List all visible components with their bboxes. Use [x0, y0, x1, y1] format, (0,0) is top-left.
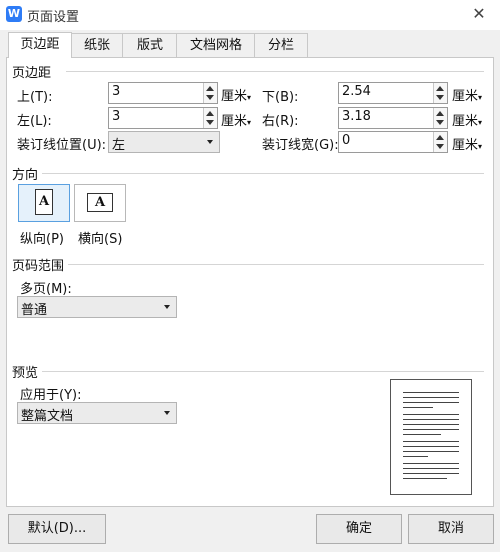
- tab-columns[interactable]: 分栏: [254, 33, 308, 57]
- right-margin-unit[interactable]: 厘米▾: [452, 110, 482, 129]
- apply-to-select[interactable]: 整篇文档: [17, 402, 177, 424]
- apply-to-value: 整篇文档: [21, 409, 74, 424]
- spinner-icon[interactable]: [203, 83, 217, 103]
- section-title-orientation: 方向: [12, 168, 39, 183]
- divider: [66, 71, 484, 72]
- chevron-down-icon: [164, 305, 170, 309]
- gutter-width-unit[interactable]: 厘米▾: [452, 134, 482, 153]
- tab-layout[interactable]: 版式: [122, 33, 178, 57]
- gutter-position-value: 左: [112, 138, 126, 153]
- left-margin-value: 3: [112, 109, 121, 124]
- bottom-margin-value: 2.54: [342, 84, 371, 99]
- tab-paper[interactable]: 纸张: [70, 33, 124, 57]
- ok-button[interactable]: 确定: [316, 514, 402, 544]
- portrait-button[interactable]: A: [18, 184, 70, 222]
- tab-document-grid[interactable]: 文档网格: [176, 33, 256, 57]
- bottom-margin-input[interactable]: 2.54: [338, 82, 448, 104]
- top-margin-input[interactable]: 3: [108, 82, 218, 104]
- chevron-down-icon: [207, 140, 213, 144]
- bottom-margin-label: 下(B):: [262, 90, 299, 105]
- default-button[interactable]: 默认(D)...: [8, 514, 106, 544]
- section-title-pages: 页码范围: [12, 259, 65, 274]
- bottom-margin-unit[interactable]: 厘米▾: [452, 85, 482, 104]
- landscape-label[interactable]: 横向(S): [78, 228, 122, 247]
- right-margin-value: 3.18: [342, 109, 371, 124]
- gutter-position-select[interactable]: 左: [108, 131, 220, 153]
- portrait-page-icon: A: [35, 189, 53, 215]
- divider: [68, 264, 484, 265]
- spinner-icon[interactable]: [433, 132, 447, 152]
- spinner-icon[interactable]: [203, 108, 217, 128]
- right-margin-label: 右(R):: [262, 114, 299, 129]
- left-margin-unit[interactable]: 厘米▾: [221, 110, 251, 129]
- right-margin-input[interactable]: 3.18: [338, 107, 448, 129]
- spinner-icon[interactable]: [433, 108, 447, 128]
- page-preview: [390, 379, 472, 495]
- close-icon[interactable]: ✕: [468, 3, 490, 25]
- multiple-pages-select[interactable]: 普通: [17, 296, 177, 318]
- top-margin-unit[interactable]: 厘米▾: [221, 85, 251, 104]
- tab-margins[interactable]: 页边距: [8, 32, 72, 58]
- spinner-icon[interactable]: [433, 83, 447, 103]
- landscape-button[interactable]: A: [74, 184, 126, 222]
- multiple-pages-value: 普通: [21, 303, 48, 318]
- gutter-width-input[interactable]: 0: [338, 131, 448, 153]
- apply-to-label: 应用于(Y):: [20, 388, 82, 403]
- section-title-preview: 预览: [12, 366, 39, 381]
- left-margin-label: 左(L):: [17, 114, 52, 129]
- gutter-width-label: 装订线宽(G):: [262, 138, 339, 153]
- divider: [42, 173, 484, 174]
- left-margin-input[interactable]: 3: [108, 107, 218, 129]
- gutter-position-label: 装订线位置(U):: [17, 138, 107, 153]
- section-title-margins: 页边距: [12, 66, 52, 81]
- wps-logo-icon: W: [6, 6, 22, 22]
- portrait-label[interactable]: 纵向(P): [20, 228, 64, 247]
- cancel-button[interactable]: 取消: [408, 514, 494, 544]
- landscape-page-icon: A: [87, 193, 113, 212]
- multiple-pages-label: 多页(M):: [20, 282, 72, 297]
- chevron-down-icon: [164, 411, 170, 415]
- gutter-width-value: 0: [342, 133, 351, 148]
- top-margin-value: 3: [112, 84, 121, 99]
- window-title: 页面设置: [27, 10, 80, 25]
- divider: [42, 371, 484, 372]
- top-margin-label: 上(T):: [17, 90, 53, 105]
